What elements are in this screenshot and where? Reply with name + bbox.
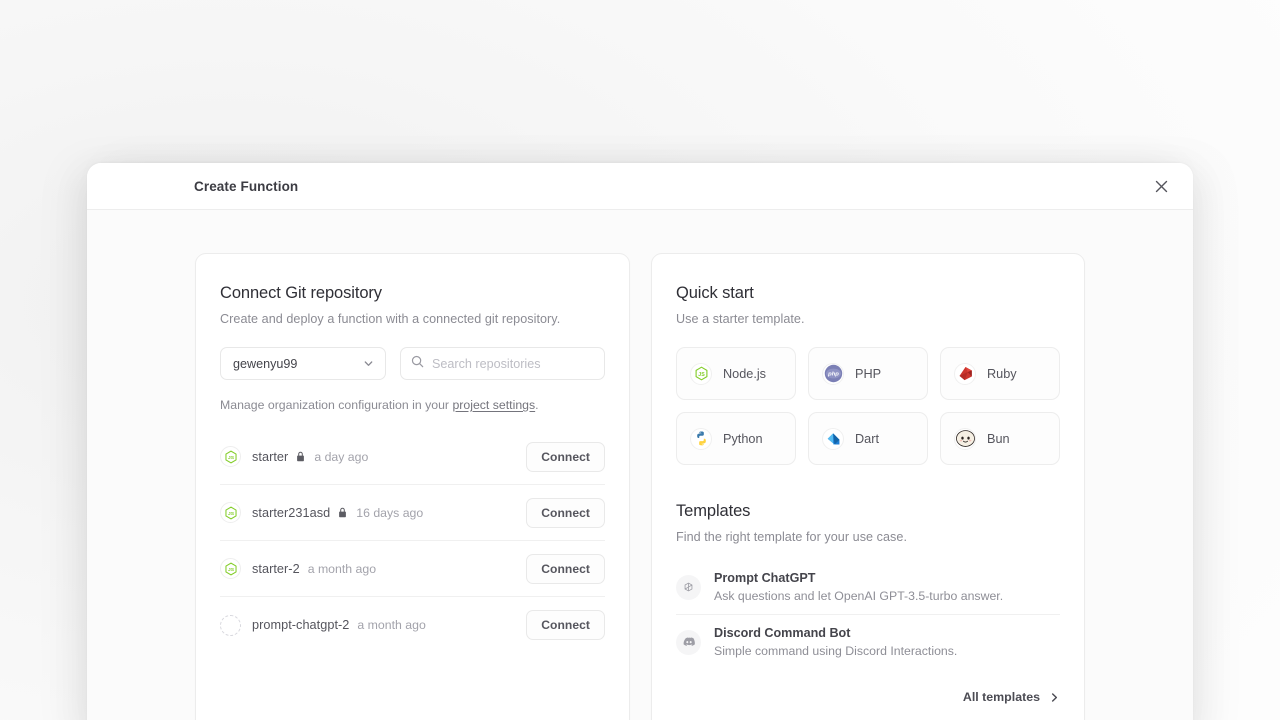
python-icon (690, 427, 712, 450)
quick-start-label: Bun (987, 431, 1010, 446)
pending-icon (220, 614, 241, 636)
template-name: Discord Command Bot (714, 626, 851, 640)
repository-name: starter-2 (252, 561, 300, 576)
svg-text:php: php (827, 372, 839, 378)
templates-list: Prompt ChatGPT Ask questions and let Open… (676, 560, 1060, 669)
project-settings-link[interactable]: project settings (452, 398, 535, 412)
repository-updated: a month ago (307, 561, 377, 576)
close-icon (1155, 180, 1168, 193)
quick-start-label: Dart (855, 431, 879, 446)
organization-select[interactable]: gewenyu99 (220, 347, 386, 380)
templates-title: Templates (676, 502, 751, 520)
nodejs-icon: JS (695, 366, 707, 381)
quick-start-panel: Quick start Use a starter template. JS N… (651, 253, 1085, 720)
repository-updated: a day ago (314, 449, 369, 464)
template-description: Ask questions and let OpenAI GPT-3.5-tur… (714, 589, 1004, 603)
manage-note-suffix: . (535, 398, 539, 412)
table-row: prompt-chatgpt-2 a month ago Connect (220, 597, 605, 653)
repository-name: starter (252, 449, 289, 464)
template-name: Prompt ChatGPT (714, 571, 816, 585)
quick-start-card-node-js[interactable]: JS Node.js (676, 347, 796, 400)
repository-updated: a month ago (357, 618, 426, 632)
connect-git-panel: Connect Git repository Create and deploy… (195, 253, 630, 720)
table-row: JS starter-2 a month ago Connect (220, 541, 605, 597)
openai-icon (684, 582, 693, 591)
ruby-icon (954, 362, 976, 385)
repository-name: prompt-chatgpt-2 (252, 618, 350, 632)
connect-git-subtitle: Create and deploy a function with a conn… (220, 312, 561, 326)
python-icon (696, 431, 706, 446)
discord-icon (676, 629, 701, 655)
quick-start-card-python[interactable]: Python (676, 412, 796, 465)
modal-body: Connect Git repository Create and deploy… (87, 210, 1193, 720)
template-description: Simple command using Discord Interaction… (714, 644, 958, 658)
connect-button[interactable]: Connect (526, 553, 605, 584)
quick-start-title: Quick start (676, 284, 754, 302)
list-item[interactable]: Prompt ChatGPT Ask questions and let Open… (676, 560, 1060, 615)
quick-start-label: PHP (855, 366, 882, 381)
manage-note-prefix: Manage organization configuration in you… (220, 398, 453, 412)
templates-header: Templates Find the right template for yo… (676, 502, 1060, 544)
quick-start-label: Python (723, 431, 763, 446)
quick-start-card-php[interactable]: php PHP (808, 347, 928, 400)
svg-text:JS: JS (228, 511, 235, 517)
connect-button[interactable]: Connect (526, 441, 605, 472)
svg-text:JS: JS (228, 567, 235, 573)
lock-icon (337, 507, 348, 518)
repo-controls: gewenyu99 (220, 347, 605, 380)
modal-header: Create Function (87, 163, 1193, 210)
page-root: Create Function Connect Git repository C… (0, 0, 1280, 720)
svg-text:JS: JS (228, 455, 235, 461)
nodejs-icon: JS (224, 450, 237, 463)
lock-icon (295, 451, 306, 462)
nodejs-icon: JS (220, 558, 241, 579)
repository-list: JS starter a day ago Connect JS starter23… (220, 429, 605, 653)
bun-icon (955, 430, 975, 447)
quick-start-label: Node.js (723, 366, 767, 381)
manage-organization-note: Manage organization configuration in you… (220, 398, 605, 412)
quick-start-subtitle: Use a starter template. (676, 312, 805, 326)
quick-start-card-dart[interactable]: Dart (808, 412, 928, 465)
openai-icon (676, 574, 701, 600)
create-function-modal: Create Function Connect Git repository C… (87, 163, 1193, 720)
lock-icon (339, 507, 347, 518)
nodejs-icon: JS (690, 362, 712, 385)
dart-icon (827, 433, 839, 445)
quick-start-label: Ruby (987, 366, 1017, 381)
repository-search[interactable] (400, 347, 605, 380)
table-row: JS starter231asd 16 days ago Connect (220, 485, 605, 541)
dart-icon (822, 427, 844, 450)
all-templates-label: All templates (962, 690, 1040, 704)
chevron-right-icon (1049, 692, 1060, 703)
ruby-icon (959, 367, 972, 381)
page-title: Create Function (194, 178, 299, 194)
organization-select-value: gewenyu99 (233, 356, 298, 371)
chevron-down-icon (362, 357, 375, 370)
repository-name: starter231asd (252, 505, 331, 520)
quick-start-grid: JS Node.js php PHP Ruby Python Dart Bun (676, 347, 1060, 465)
nodejs-icon: JS (224, 506, 237, 519)
all-templates-link[interactable]: All templates (676, 690, 1060, 704)
svg-text:JS: JS (698, 372, 705, 378)
repository-updated: 16 days ago (356, 505, 424, 520)
templates-subtitle: Find the right template for your use cas… (676, 530, 908, 544)
nodejs-icon: JS (220, 446, 241, 467)
search-icon (411, 355, 424, 373)
php-icon: php (824, 364, 842, 383)
list-item[interactable]: Discord Command Bot Simple command using … (676, 615, 1060, 669)
quick-start-card-bun[interactable]: Bun (940, 412, 1060, 465)
lock-icon (297, 451, 305, 462)
search-input[interactable] (432, 356, 594, 371)
connect-button[interactable]: Connect (526, 497, 605, 528)
nodejs-icon: JS (220, 502, 241, 523)
nodejs-icon: JS (224, 562, 237, 575)
close-button[interactable] (1150, 175, 1172, 197)
table-row: JS starter a day ago Connect (220, 429, 605, 485)
connect-git-title: Connect Git repository (220, 284, 382, 302)
quick-start-card-ruby[interactable]: Ruby (940, 347, 1060, 400)
bun-icon (954, 427, 976, 450)
php-icon: php (822, 362, 844, 385)
discord-icon (683, 637, 695, 646)
connect-button[interactable]: Connect (526, 610, 605, 640)
